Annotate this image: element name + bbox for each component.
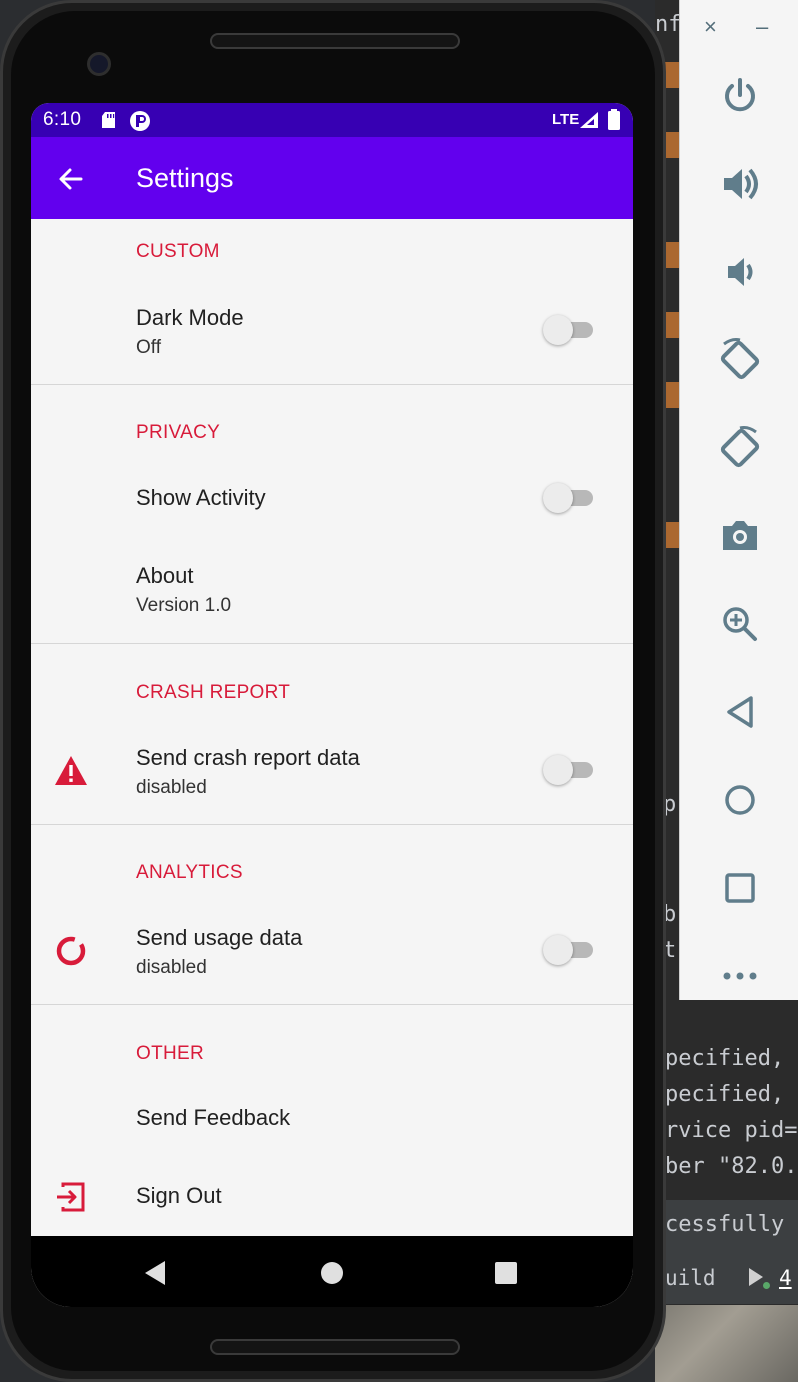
console-line: ber "82.0. (665, 1154, 798, 1179)
analytics-donut-icon (56, 936, 86, 966)
sd-card-icon (102, 112, 115, 128)
pref-title: Send usage data (136, 925, 303, 950)
power-icon (724, 78, 755, 112)
volume-up-button[interactable] (680, 154, 798, 214)
sign-out-icon (57, 1182, 85, 1212)
category-privacy: PRIVACY (136, 422, 221, 443)
pref-send-feedback[interactable]: Send Feedback (31, 1083, 633, 1153)
build-tab[interactable]: uild (665, 1266, 716, 1290)
pref-summary: disabled (136, 777, 207, 798)
overview-icon (724, 873, 755, 903)
more-button[interactable] (680, 946, 798, 1006)
divider (31, 384, 633, 385)
zoom-button[interactable] (680, 594, 798, 654)
warning-icon (55, 756, 87, 785)
run-status-dot-icon (763, 1282, 770, 1289)
phone-device-frame: 6:10 LTE Settings CUSTOM Dark Mode Off P… (0, 0, 666, 1382)
emulator-home-button[interactable] (680, 770, 798, 830)
more-icon (723, 972, 756, 980)
app-bar: Settings (31, 137, 633, 219)
pref-title: Show Activity (136, 485, 266, 510)
top-speaker (210, 33, 460, 49)
pref-send-usage-data[interactable]: Send usage data disabled (31, 903, 633, 993)
page-title: Settings (136, 163, 234, 193)
pref-send-crash-report[interactable]: Send crash report data disabled (31, 723, 633, 813)
desktop-wallpaper (655, 1305, 798, 1382)
volume-up-icon (723, 168, 758, 200)
divider (31, 1004, 633, 1005)
home-icon (724, 785, 755, 815)
pref-title: About (136, 563, 194, 588)
pref-about[interactable]: About Version 1.0 (31, 543, 633, 633)
console-line: cessfully f (665, 1212, 798, 1237)
divider (31, 824, 633, 825)
ide-text-fragment: nf (655, 12, 682, 37)
pref-dark-mode[interactable]: Dark Mode Off (31, 283, 633, 373)
status-time: 6:10 (43, 109, 82, 130)
console-line: pecified, (665, 1046, 785, 1071)
status-bar: 6:10 LTE (31, 103, 633, 137)
pref-show-activity[interactable]: Show Activity (31, 465, 633, 535)
screenshot-button[interactable] (680, 506, 798, 566)
show-activity-switch[interactable] (543, 481, 595, 515)
battery-icon (608, 109, 620, 130)
app-notification-icon (130, 111, 150, 131)
emulator-toolbar: × – (679, 0, 798, 1000)
minimize-icon[interactable]: – (756, 14, 768, 40)
arrow-back-icon (59, 168, 83, 190)
back-button[interactable] (49, 157, 93, 201)
pref-title: Sign Out (136, 1183, 222, 1208)
category-other: OTHER (136, 1043, 204, 1064)
phone-screen: 6:10 LTE Settings CUSTOM Dark Mode Off P… (31, 103, 633, 1307)
divider (31, 643, 633, 644)
bottom-speaker (210, 1339, 460, 1355)
pref-title: Dark Mode (136, 305, 244, 330)
category-crash-report: CRASH REPORT (136, 682, 291, 703)
network-type: LTE (552, 111, 580, 128)
volume-down-button[interactable] (680, 242, 798, 302)
send-crash-switch[interactable] (543, 753, 595, 787)
nav-back-icon[interactable] (141, 1258, 171, 1288)
pref-title: Send Feedback (136, 1105, 291, 1130)
close-icon[interactable]: × (704, 14, 717, 40)
rotate-left-icon (720, 338, 759, 380)
volume-down-icon (727, 258, 752, 286)
dark-mode-switch[interactable] (543, 313, 595, 347)
console-line: pecified, (665, 1082, 785, 1107)
rotate-right-icon (720, 426, 759, 468)
send-usage-switch[interactable] (543, 933, 595, 967)
pref-summary: Version 1.0 (136, 595, 232, 616)
pref-sign-out[interactable]: Sign Out (31, 1161, 633, 1231)
pref-summary: Off (136, 337, 161, 358)
signal-icon (580, 112, 598, 128)
camera-icon (722, 521, 757, 550)
nav-home-icon[interactable] (317, 1258, 347, 1288)
pref-title: Send crash report data (136, 745, 360, 770)
console-line: rvice pid= (665, 1118, 798, 1143)
pref-summary: disabled (136, 957, 207, 978)
ide-tool-tabs: uild 4 (655, 1252, 798, 1304)
run-icon[interactable] (749, 1268, 763, 1286)
back-icon (726, 696, 753, 728)
front-camera (87, 52, 111, 76)
emulator-back-button[interactable] (680, 682, 798, 742)
run-tab[interactable]: 4 (779, 1266, 792, 1290)
rotate-right-button[interactable] (680, 418, 798, 478)
power-button[interactable] (680, 66, 798, 126)
category-custom: CUSTOM (136, 241, 220, 262)
ide-console-panel: pecified, pecified, rvice pid= ber "82.0… (655, 1000, 798, 1210)
navigation-bar (31, 1236, 633, 1307)
rotate-left-button[interactable] (680, 330, 798, 390)
zoom-icon (722, 607, 757, 641)
category-analytics: ANALYTICS (136, 862, 243, 883)
nav-recents-icon[interactable] (491, 1258, 521, 1288)
emulator-overview-button[interactable] (680, 858, 798, 918)
